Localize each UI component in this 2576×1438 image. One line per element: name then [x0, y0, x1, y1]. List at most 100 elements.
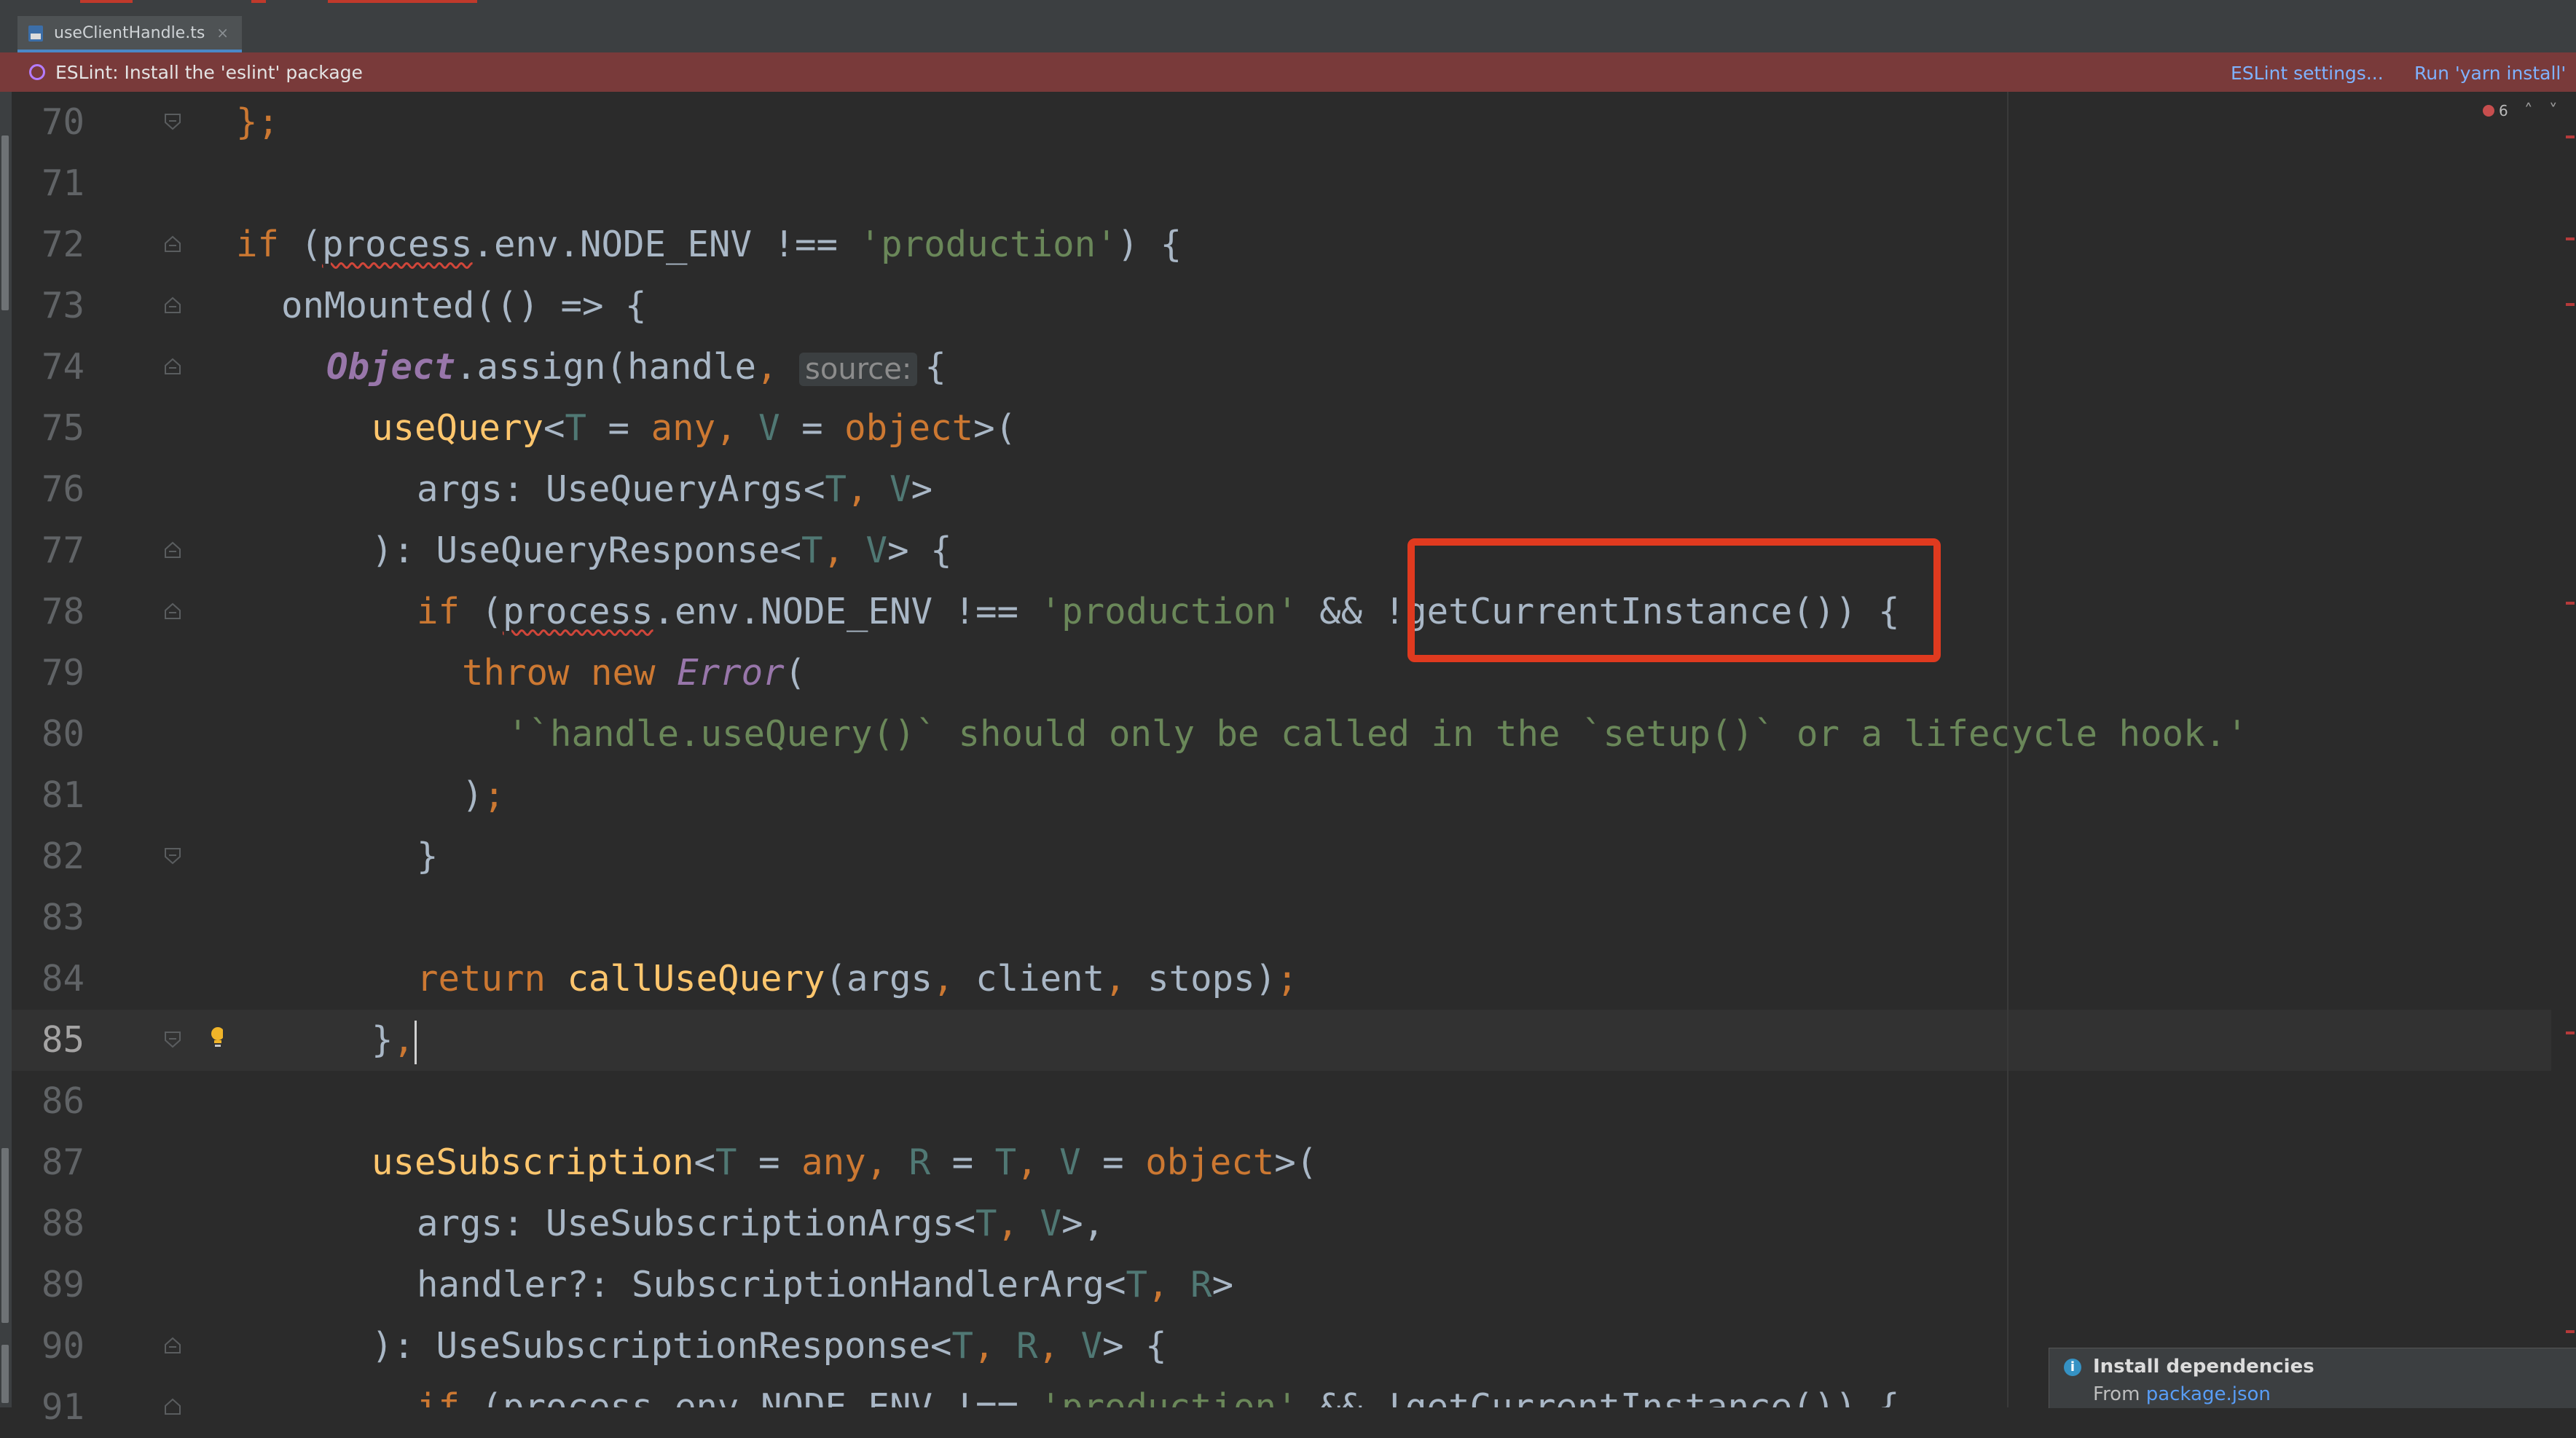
- line-number: 79: [41, 652, 85, 694]
- parameter-hint: source:: [799, 353, 918, 386]
- line-number: 87: [41, 1142, 85, 1183]
- code-token: >(: [973, 407, 1017, 449]
- info-icon: i: [2064, 1359, 2081, 1376]
- code-token: stops): [1147, 958, 1277, 999]
- fold-end-icon[interactable]: [163, 112, 182, 131]
- annotation-highlight-box: [1407, 538, 1941, 662]
- code-token: ,: [973, 1325, 1017, 1367]
- code-token: ): UseQueryResponse<: [372, 530, 802, 571]
- top-bar-marker: [80, 0, 133, 3]
- code-token: T: [1126, 1264, 1148, 1305]
- code-token: return: [417, 958, 546, 999]
- error-stripe-mark[interactable]: [2566, 237, 2575, 240]
- fold-end-icon[interactable]: [163, 1030, 182, 1049]
- fold-start-icon[interactable]: [163, 602, 182, 621]
- code-token: ,: [822, 530, 866, 571]
- code-line: useQuery<T = any, V = object>(: [223, 398, 2551, 459]
- problems-indicator[interactable]: 6 ˄ ˅: [2483, 101, 2558, 121]
- left-tool-window-label[interactable]: [1, 1148, 9, 1323]
- fold-start-icon[interactable]: [163, 296, 182, 315]
- code-token: process: [503, 591, 653, 632]
- code-token: T: [801, 530, 823, 571]
- fold-start-icon[interactable]: [163, 235, 182, 254]
- line-number: 80: [41, 713, 85, 755]
- code-token: (() => {: [474, 285, 647, 326]
- code-token: T: [565, 407, 587, 449]
- left-tool-window-label[interactable]: [1, 135, 9, 310]
- close-icon[interactable]: ×: [216, 24, 229, 42]
- left-tool-window-label[interactable]: [1, 1345, 9, 1403]
- error-icon: [2483, 105, 2494, 117]
- code-token: 'production': [859, 224, 1118, 265]
- chevron-down-icon[interactable]: ˅: [2549, 101, 2558, 121]
- line-number: 89: [41, 1264, 85, 1305]
- code-token: ,: [847, 468, 890, 510]
- code-token: ,: [997, 1203, 1040, 1244]
- code-line: ): UseQueryResponse<T, V> {: [223, 520, 2551, 581]
- fold-start-icon[interactable]: [163, 541, 182, 559]
- fold-start-icon[interactable]: [163, 1336, 182, 1355]
- code-token: ;: [1276, 958, 1298, 999]
- left-tool-strip: [0, 92, 12, 1407]
- code-editor[interactable]: }; if (process.env.NODE_ENV !== 'product…: [223, 92, 2551, 1407]
- code-token: };: [236, 101, 280, 143]
- current-code-line: },: [223, 1010, 2551, 1071]
- code-line: '`handle.useQuery()` should only be call…: [223, 704, 2551, 765]
- error-stripe-mark[interactable]: [2566, 135, 2575, 138]
- line-number-gutter: 70 71 72 73 74 75 76 77 78 79 80 81 82 8…: [12, 92, 224, 1428]
- code-token: Object: [326, 346, 456, 388]
- fold-end-icon[interactable]: [163, 846, 182, 865]
- current-line-gutter: 85: [12, 1010, 223, 1071]
- fold-start-icon[interactable]: [163, 357, 182, 376]
- code-token: ,: [1147, 1264, 1191, 1305]
- error-stripe-mark[interactable]: [2566, 1330, 2575, 1333]
- line-number: 70: [41, 101, 85, 143]
- run-yarn-install-link[interactable]: Run 'yarn install': [2414, 63, 2566, 84]
- code-token: R: [1190, 1264, 1212, 1305]
- code-token: .assign(handle: [455, 346, 757, 388]
- code-token: ,: [393, 1019, 415, 1061]
- line-number: 71: [41, 162, 85, 204]
- code-token: (: [279, 224, 323, 265]
- code-token: =: [586, 407, 651, 449]
- code-token: throw: [462, 652, 570, 694]
- code-token: any: [801, 1142, 866, 1183]
- code-token: R: [908, 1142, 931, 1183]
- code-token: if: [236, 224, 280, 265]
- code-token: (: [784, 652, 806, 694]
- error-stripe-mark[interactable]: [2566, 303, 2575, 306]
- code-line: if (process.env.NODE_ENV !== 'production…: [223, 581, 2551, 643]
- code-token: && !getCurrentInstance()) {: [1297, 1386, 1900, 1407]
- code-token: ,: [1104, 958, 1148, 999]
- code-token: T: [951, 1325, 974, 1367]
- code-token: onMounted: [281, 285, 475, 326]
- code-line: throw new Error(: [223, 643, 2551, 704]
- code-token: V: [1080, 1325, 1103, 1367]
- code-token: V: [890, 468, 911, 510]
- code-token: V: [1059, 1142, 1081, 1183]
- line-number: 82: [41, 836, 85, 877]
- code-token: >: [1212, 1264, 1234, 1305]
- fold-start-icon[interactable]: [163, 1397, 182, 1416]
- line-number: 73: [41, 285, 85, 326]
- eslint-settings-link[interactable]: ESLint settings...: [2231, 63, 2384, 84]
- chevron-up-icon[interactable]: ˄: [2524, 101, 2533, 121]
- line-number: 78: [41, 591, 85, 632]
- package-json-link[interactable]: package.json: [2146, 1383, 2271, 1405]
- code-token: <: [543, 407, 565, 449]
- line-number: 85: [41, 1019, 85, 1061]
- code-token: (: [460, 591, 503, 632]
- error-stripe-mark[interactable]: [2566, 602, 2575, 605]
- code-token: T: [975, 1203, 997, 1244]
- code-token: object: [844, 407, 974, 449]
- editor-tab-bar: useClientHandle.ts ×: [0, 10, 2576, 54]
- install-dependencies-notification[interactable]: i Install dependencies From package.json: [2049, 1348, 2576, 1408]
- right-margin-guide: [2007, 92, 2008, 1407]
- code-token: args: UseSubscriptionArgs<: [417, 1203, 976, 1244]
- tab-useclienthandle[interactable]: useClientHandle.ts ×: [17, 16, 243, 52]
- error-stripe-mark[interactable]: [2566, 1032, 2575, 1034]
- error-stripe[interactable]: [2564, 92, 2576, 1407]
- code-token: ) {: [1117, 224, 1182, 265]
